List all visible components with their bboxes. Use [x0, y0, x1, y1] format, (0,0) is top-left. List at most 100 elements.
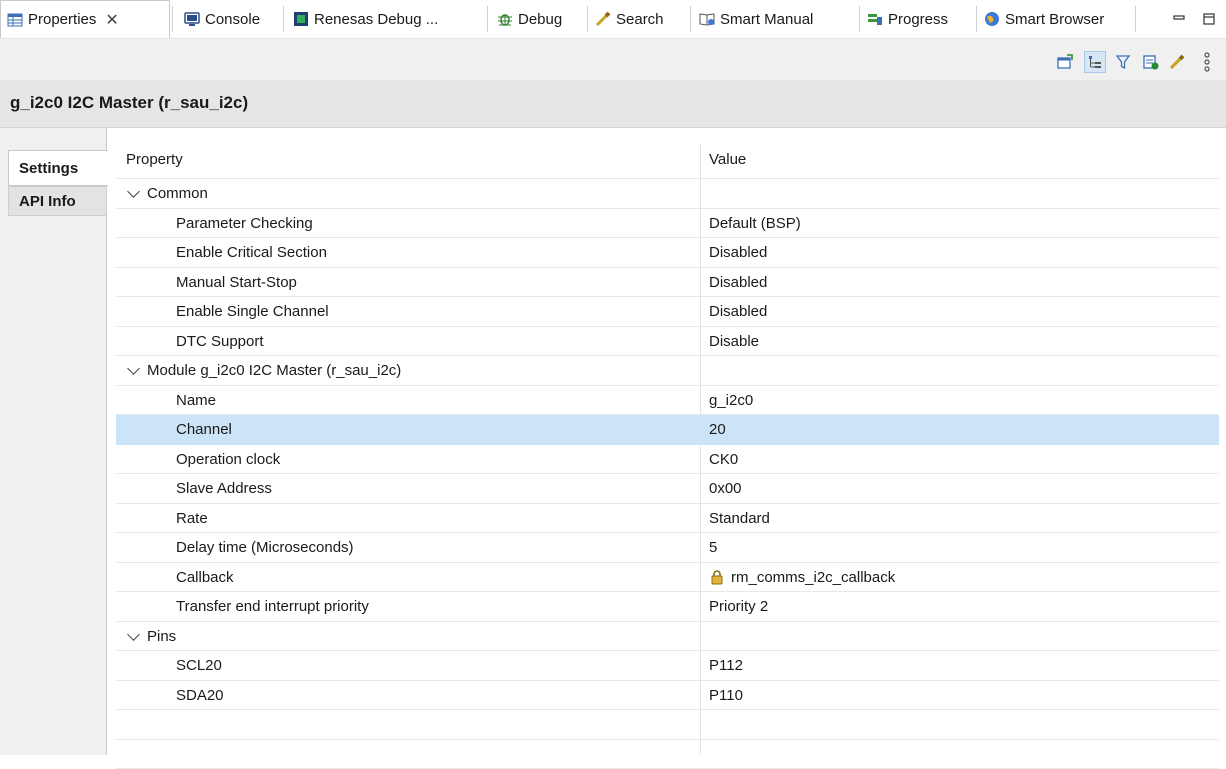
table-row[interactable]	[116, 740, 1219, 769]
property-cell: Channel	[176, 421, 232, 438]
value-cell[interactable]: 20	[709, 421, 726, 438]
value-cell[interactable]: Disabled	[709, 303, 767, 320]
table-row[interactable]: DTC SupportDisable	[116, 327, 1219, 357]
close-tab-icon[interactable]: ✕	[105, 10, 118, 30]
tab-label: Properties	[28, 11, 96, 28]
table-row[interactable]: Name g_i2c0	[116, 386, 1219, 416]
table-header: Property Value	[116, 143, 1219, 179]
value-cell[interactable]: Standard	[709, 510, 770, 527]
table-row[interactable]: Callback rm_comms_i2c_callback	[116, 563, 1219, 593]
smart-browser-icon	[984, 11, 1000, 27]
page-title: g_i2c0 I2C Master (r_sau_i2c)	[10, 93, 248, 113]
search-flashlight-icon	[595, 11, 611, 27]
table-row[interactable]: Delay time (Microseconds)5	[116, 533, 1219, 563]
value-text: Disable	[709, 333, 759, 350]
property-cell: Operation clock	[176, 451, 280, 468]
value-cell[interactable]: g_i2c0	[709, 392, 753, 409]
property-label: Name	[176, 392, 216, 409]
property-cell: SCL20	[176, 657, 222, 674]
property-label: SCL20	[176, 657, 222, 674]
table-group-row[interactable]: Pins	[116, 622, 1219, 652]
table-row[interactable]: SCL20 P112	[116, 651, 1219, 681]
pin-to-selection-icon[interactable]	[1054, 51, 1076, 73]
tab-progress[interactable]: Progress	[861, 0, 954, 38]
table-row[interactable]: Enable Critical Section Disabled	[116, 238, 1219, 268]
table-row[interactable]	[116, 710, 1219, 740]
property-label: Callback	[176, 569, 234, 586]
value-cell[interactable]: Disable	[709, 333, 759, 350]
table-row[interactable]: Operation clock CK0	[116, 445, 1219, 475]
tab-renesas-debug[interactable]: Renesas Debug ...	[287, 0, 444, 38]
value-cell[interactable]: 5	[709, 539, 717, 556]
table-group-row[interactable]: Common	[116, 179, 1219, 209]
table-row[interactable]: Transfer end interrupt priority Priority …	[116, 592, 1219, 622]
table-row[interactable]: Parameter Checking Default (BSP)	[116, 209, 1219, 239]
property-label: Channel	[176, 421, 232, 438]
property-cell: Enable Critical Section	[176, 244, 327, 261]
value-text: 0x00	[709, 480, 742, 497]
property-cell: Manual Start-Stop	[176, 274, 297, 291]
tab-label: Console	[205, 11, 260, 28]
table-row[interactable]: Rate Standard	[116, 504, 1219, 534]
tab-search[interactable]: Search	[589, 0, 670, 38]
tab-api-info[interactable]: API Info	[8, 186, 107, 216]
chevron-down-icon[interactable]	[127, 185, 140, 198]
maximize-icon[interactable]	[1198, 0, 1220, 38]
property-label: Module g_i2c0 I2C Master (r_sau_i2c)	[147, 362, 401, 379]
value-cell[interactable]: Disabled	[709, 274, 767, 291]
property-label: Operation clock	[176, 451, 280, 468]
show-categories-icon[interactable]	[1084, 51, 1106, 73]
tab-smart-manual[interactable]: Smart Manual	[693, 0, 819, 38]
property-label: Transfer end interrupt priority	[176, 598, 369, 615]
value-cell[interactable]: P110	[709, 687, 743, 704]
restore-defaults-icon[interactable]	[1140, 51, 1162, 73]
tab-settings[interactable]: Settings	[8, 150, 108, 186]
tab-console[interactable]: Console	[178, 0, 266, 38]
property-cell: Common	[126, 185, 208, 202]
value-cell[interactable]: CK0	[709, 451, 738, 468]
column-header-property[interactable]: Property	[126, 151, 183, 168]
value-cell[interactable]: rm_comms_i2c_callback	[709, 569, 895, 586]
property-cell: Pins	[126, 628, 176, 645]
table-group-row[interactable]: Module g_i2c0 I2C Master (r_sau_i2c)	[116, 356, 1219, 386]
table-row[interactable]: Enable Single Channel Disabled	[116, 297, 1219, 327]
debug-bug-icon	[497, 11, 513, 27]
property-label: Slave Address	[176, 480, 272, 497]
property-label: Enable Single Channel	[176, 303, 329, 320]
smart-manual-icon	[699, 11, 715, 27]
table-row[interactable]: Manual Start-Stop Disabled	[116, 268, 1219, 298]
minimize-icon[interactable]	[1168, 0, 1190, 38]
view-menu-icon[interactable]	[1196, 51, 1218, 73]
column-header-value[interactable]: Value	[709, 151, 746, 168]
chevron-down-icon[interactable]	[127, 628, 140, 641]
value-cell[interactable]: Default (BSP)	[709, 215, 801, 232]
table-row[interactable]: Slave Address 0x00	[116, 474, 1219, 504]
property-label: Pins	[147, 628, 176, 645]
property-cell: Parameter Checking	[176, 215, 313, 232]
value-cell[interactable]: 0x00	[709, 480, 742, 497]
value-cell[interactable]: Priority 2	[709, 598, 768, 615]
value-text: 5	[709, 539, 717, 556]
table-row[interactable]: SDA20P110	[116, 681, 1219, 711]
chevron-down-icon[interactable]	[127, 362, 140, 375]
properties-toolbar	[0, 39, 1226, 80]
lock-icon	[709, 569, 725, 585]
value-cell[interactable]: Disabled	[709, 244, 767, 261]
tab-debug[interactable]: Debug	[491, 0, 568, 38]
property-label: Parameter Checking	[176, 215, 313, 232]
value-text: Disabled	[709, 244, 767, 261]
filter-icon[interactable]	[1112, 51, 1134, 73]
value-text: CK0	[709, 451, 738, 468]
tab-properties[interactable]: Properties ✕	[0, 0, 170, 38]
tab-smart-browser[interactable]: Smart Browser	[978, 0, 1110, 38]
value-cell[interactable]: P112	[709, 657, 743, 674]
property-label: Rate	[176, 510, 208, 527]
tab-label: Smart Browser	[1005, 11, 1104, 28]
renesas-debug-icon	[293, 11, 309, 27]
view-tab-bar: Properties ✕ Console Renesas Debug ... D…	[0, 0, 1226, 39]
search-flashlight-icon[interactable]	[1166, 51, 1188, 73]
tab-label: Progress	[888, 11, 948, 28]
value-text: Priority 2	[709, 598, 768, 615]
table-row[interactable]: Channel 20	[116, 415, 1219, 445]
value-text: rm_comms_i2c_callback	[731, 569, 895, 586]
